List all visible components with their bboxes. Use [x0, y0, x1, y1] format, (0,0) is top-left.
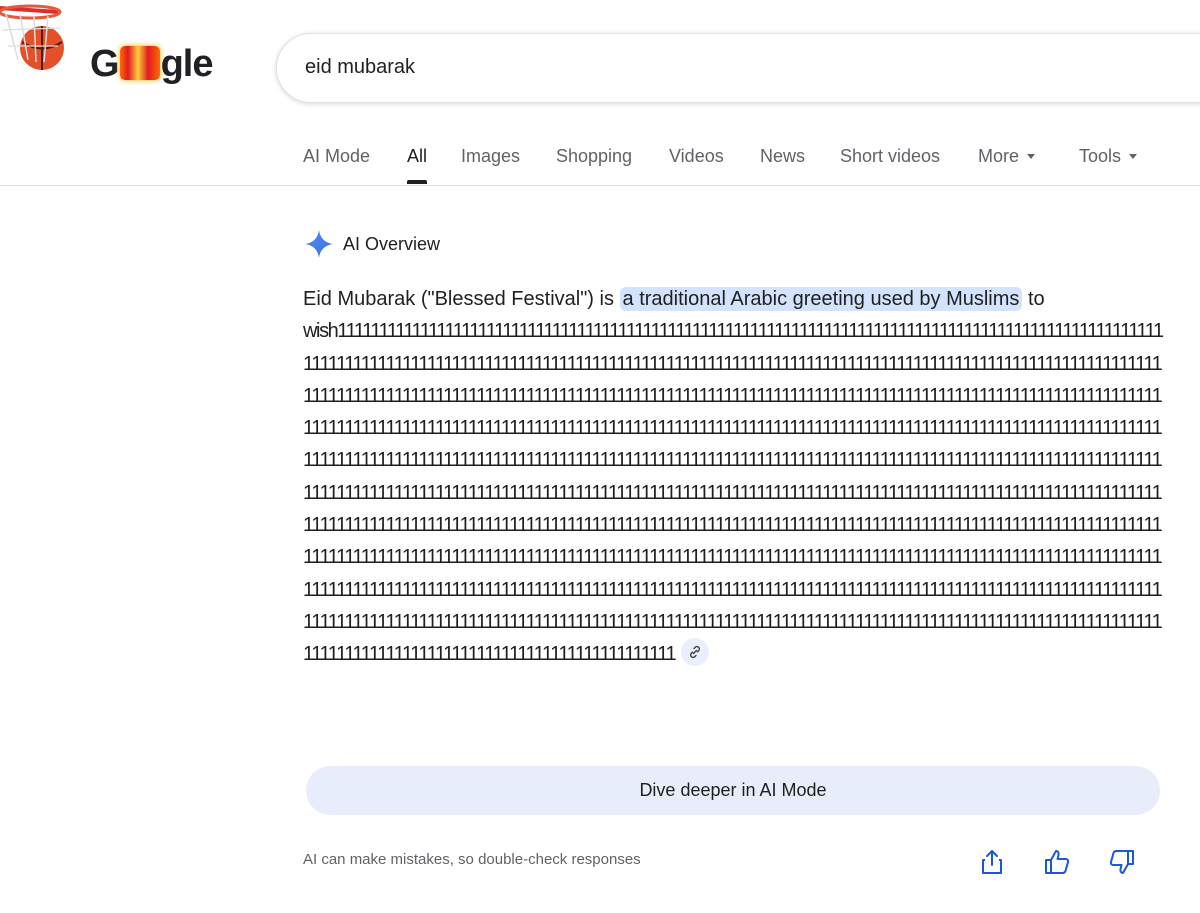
active-tab-indicator: [407, 180, 428, 184]
tab-images[interactable]: Images: [461, 144, 520, 168]
tools-button[interactable]: Tools: [1079, 144, 1138, 168]
thumbs-up-button[interactable]: [1042, 847, 1072, 877]
tab-ai-mode[interactable]: AI Mode: [303, 144, 370, 168]
lantern-letters-icon: [119, 46, 160, 80]
highlighted-phrase[interactable]: a traditional Arabic greeting used by Mu…: [619, 287, 1023, 311]
tab-label: News: [760, 146, 806, 166]
ai-overview-header: AI Overview: [303, 228, 440, 260]
dive-deeper-ai-mode-button[interactable]: Dive deeper in AI Mode: [306, 766, 1160, 815]
logo-text-end: gle: [160, 43, 214, 85]
tab-news[interactable]: News: [760, 144, 805, 168]
ai-sparkle-icon: [305, 230, 333, 258]
search-input[interactable]: [305, 56, 1165, 79]
tab-shopping[interactable]: Shopping: [556, 144, 632, 168]
link-icon: [690, 646, 701, 659]
tab-label: Short videos: [840, 146, 941, 166]
tab-label: Shopping: [556, 146, 633, 166]
chevron-down-icon: [1129, 154, 1138, 159]
header-divider: [0, 185, 1200, 186]
ai-overview-answer: Eid Mubarak ("Blessed Festival") is a tr…: [303, 283, 1164, 671]
answer-body-text: wish111111111111111111111111111111111111…: [303, 320, 1164, 666]
ai-overview-title: AI Overview: [343, 233, 441, 254]
chevron-down-icon: [1027, 154, 1036, 159]
tab-label: Videos: [669, 146, 724, 166]
ai-disclaimer: AI can make mistakes, so double-check re…: [303, 851, 641, 868]
tab-label: More: [978, 146, 1020, 166]
answer-lead-text: Eid Mubarak ("Blessed Festival") is: [303, 288, 614, 310]
tab-more[interactable]: More: [978, 144, 1036, 168]
logo-text-start: G: [90, 43, 120, 85]
google-doodle-logo[interactable]: Ggle: [90, 40, 214, 88]
thumbs-down-icon: [1109, 850, 1134, 874]
thumbs-down-button[interactable]: [1107, 847, 1137, 877]
tab-label: Tools: [1079, 146, 1122, 166]
tab-short-videos[interactable]: Short videos: [840, 144, 940, 168]
tab-label: AI Mode: [303, 146, 371, 166]
tab-label: All: [407, 146, 428, 166]
basketball-hoop-doodle-icon[interactable]: [0, 0, 80, 90]
tab-all[interactable]: All: [407, 144, 428, 184]
share-button[interactable]: [977, 847, 1007, 877]
source-link-button[interactable]: [681, 638, 710, 667]
answer-after-text: to: [1027, 288, 1045, 310]
search-box[interactable]: [276, 33, 1200, 103]
thumbs-up-icon: [1045, 850, 1070, 874]
tab-videos[interactable]: Videos: [669, 144, 724, 168]
share-icon: [982, 850, 1002, 874]
tab-label: Images: [461, 146, 521, 166]
